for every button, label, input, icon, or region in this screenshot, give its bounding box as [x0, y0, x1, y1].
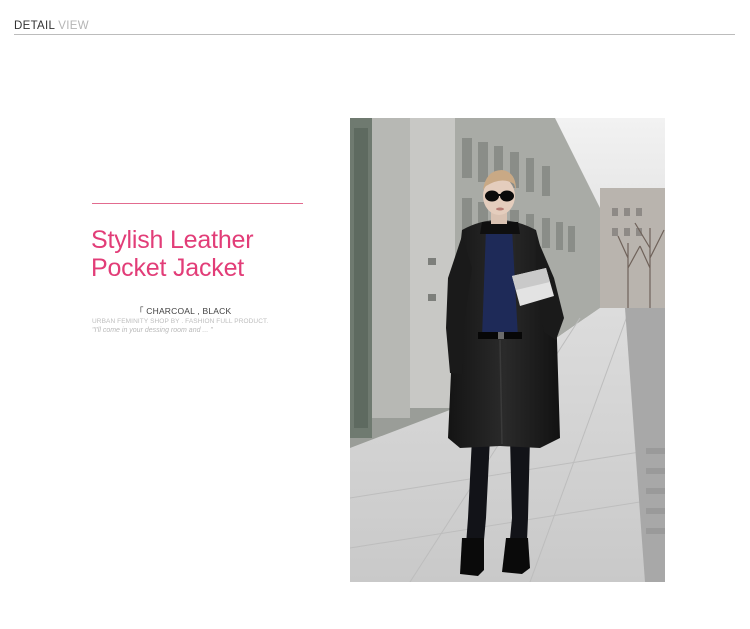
product-photo	[350, 118, 665, 582]
shop-tagline: URBAN FEMINITY SHOP BY . FASHION FULL PR…	[92, 318, 269, 325]
product-title: Stylish Leather Pocket Jacket	[91, 226, 321, 282]
header-divider	[14, 34, 735, 35]
product-colors: 「 CHARCOAL , BLACK	[135, 306, 232, 316]
product-quote: "I'll come in your dessing room and ... …	[92, 327, 213, 334]
header-word-detail: DETAIL	[14, 20, 55, 32]
detail-view-header: DETAIL VIEW	[14, 18, 736, 34]
product-title-line-2: Pocket Jacket	[91, 254, 245, 282]
header-word-view: VIEW	[58, 20, 89, 32]
product-title-line-1: Stylish Leather	[91, 226, 254, 254]
title-divider	[92, 203, 303, 204]
